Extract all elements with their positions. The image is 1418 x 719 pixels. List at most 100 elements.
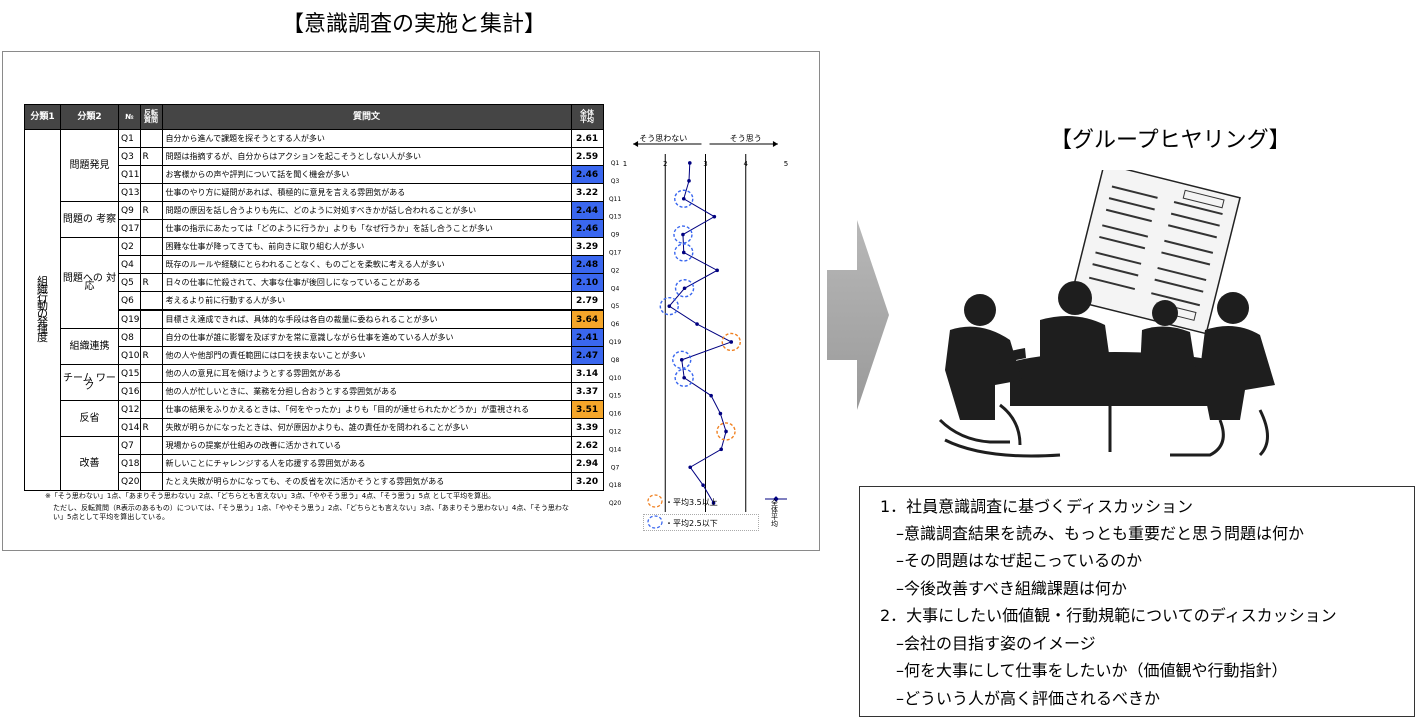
y-category-label: Q10 <box>609 375 622 382</box>
legend-high: ・平均3.5以上 <box>665 498 718 507</box>
section-1-item: –今後改善すべき組織課題は何か <box>896 579 1127 598</box>
reverse-flag <box>139 436 163 455</box>
question-text: 仕事の結果をふりかえるときは、「何をやったか」よりも「目的が達せられたかどうか」… <box>161 400 572 419</box>
question-id: Q5 <box>118 273 141 292</box>
average-value: 2.44 <box>570 201 604 220</box>
table-row: 問題への 対応 Q2 困難な仕事が降ってきても、前向きに取り組む人が多い 3.29 <box>25 237 604 329</box>
average-value: 2.48 <box>570 255 604 274</box>
average-value: 2.62 <box>570 436 604 455</box>
y-category-label: Q16 <box>609 411 622 418</box>
blue-circle-icon <box>647 515 663 529</box>
y-category-label: Q18 <box>609 482 622 489</box>
data-point <box>719 447 723 452</box>
reverse-flag <box>139 382 163 401</box>
discussion-box: 1．社員意識調査に基づくディスカッション –意識調査結果を読み、もっとも重要だと… <box>859 486 1415 717</box>
question-id: Q20 <box>118 472 141 491</box>
x-tick-label: 2 <box>663 160 667 168</box>
y-category-label: Q6 <box>611 321 620 328</box>
average-value: 2.46 <box>570 219 604 238</box>
data-point <box>712 214 717 219</box>
average-chart: そう思わない そう思う 1 2 3 4 5 Q1 Q3 Q11 Q13 Q9 Q17 Q2 Q4 Q5 Q6 Q1… <box>609 134 788 512</box>
reverse-flag <box>139 165 163 184</box>
table-row: 組織連携 Q8 自分の仕事が誰に影響を及ぼすかを常に意識しながら仕事を進めている人が… <box>25 328 604 365</box>
y-category-label: Q12 <box>609 428 622 435</box>
header-average: 全体 平均 <box>570 104 604 130</box>
y-category-label: Q9 <box>611 232 620 239</box>
average-value: 2.79 <box>570 291 604 311</box>
y-category-label: Q17 <box>609 249 622 256</box>
question-text: 日々の仕事に忙殺されて、大事な仕事が後回しになっていることがある <box>161 273 572 292</box>
category2-cell: チーム ワーク <box>60 364 119 401</box>
x-tick-label: 1 <box>623 160 627 168</box>
reverse-flag <box>139 291 163 311</box>
question-id: Q13 <box>118 183 141 202</box>
average-value: 3.14 <box>570 364 604 383</box>
question-text: 新しいことにチャレンジする人を応援する雰囲気がある <box>161 454 572 473</box>
question-id: Q6 <box>118 291 141 311</box>
reverse-flag <box>139 309 163 329</box>
left-title: 【意識調査の実施と集計】 <box>282 12 547 37</box>
y-category-label: Q5 <box>611 303 620 310</box>
y-category-label: Q11 <box>609 196 622 203</box>
y-category-label: Q20 <box>609 500 622 507</box>
direction-right-label: そう思う <box>730 134 762 143</box>
question-text: 既存のルールや経験にとらわれることなく、ものごとを柔軟に考える人が多い <box>161 255 572 274</box>
arrow-left-icon <box>633 141 639 147</box>
average-value: 2.59 <box>570 147 604 166</box>
reverse-flag <box>139 183 163 202</box>
question-id: Q15 <box>118 364 141 383</box>
question-text: 問題は指摘するが、自分からはアクションを起こそうとしない人が多い <box>161 147 572 166</box>
question-text: 考えるより前に行動する人が多い <box>161 291 572 311</box>
section-2-item: –何を大事にして仕事をしたいか（価値観や行動指針） <box>896 661 1288 680</box>
data-point <box>718 411 723 416</box>
section-2-title: 2．大事にしたい価値観・行動規範についてのディスカッション <box>880 606 1337 625</box>
data-point <box>687 179 691 183</box>
average-value: 2.46 <box>570 165 604 184</box>
data-point <box>681 196 686 201</box>
category2-cell: 改善 <box>60 436 119 491</box>
question-id: Q17 <box>118 219 141 238</box>
section-1-title: 1．社員意識調査に基づくディスカッション <box>880 497 1194 516</box>
header-question: 質問文 <box>161 104 572 130</box>
average-value: 2.47 <box>570 346 604 365</box>
header-no: № <box>118 104 141 130</box>
data-point <box>681 232 685 237</box>
question-id: Q7 <box>118 436 141 455</box>
legend-low: ・平均2.5以下 <box>665 519 718 528</box>
question-id: Q1 <box>118 129 141 148</box>
data-point <box>679 358 684 362</box>
question-text: たとえ失敗が明らかになっても、その反省を次に活かそうとする雰囲気がある <box>161 472 572 491</box>
average-value: 3.22 <box>570 183 604 202</box>
y-category-label: Q3 <box>611 178 620 185</box>
data-point <box>695 322 699 326</box>
table-row: 組織行動の発揮度 問題発見 Q1 自分から進んで課題を探そうとする人が多い 2.61 <box>24 129 604 491</box>
question-text: 他の人が忙しいときに、業務を分担し合おうとする雰囲気がある <box>161 382 572 401</box>
reverse-flag: R <box>139 201 163 220</box>
section-1-item: –その問題はなぜ起こっているのか <box>896 551 1143 570</box>
average-value: 2.10 <box>570 273 604 292</box>
reverse-flag <box>139 364 163 383</box>
question-id: Q2 <box>118 237 141 256</box>
category1-label: 組織行動の発揮度 <box>37 275 48 344</box>
legend-series: 全体 平均 <box>771 499 778 528</box>
header-cat1: 分類1 <box>24 104 61 130</box>
question-text: 困難な仕事が降ってきても、前向きに取り組む人が多い <box>161 237 572 256</box>
question-text: 他の人の意見に耳を傾けようとする雰囲気がある <box>161 364 572 383</box>
data-point <box>709 393 713 398</box>
reverse-flag <box>139 454 163 473</box>
header-cat2: 分類2 <box>60 104 119 130</box>
section-2-item: –どういう人が高く評価されるべきか <box>896 689 1161 708</box>
table-row: 反省 Q12 仕事の結果をふりかえるときは、「何をやったか」よりも「目的が達せられた… <box>25 400 604 437</box>
average-value: 3.64 <box>570 309 604 329</box>
category2-cell: 問題への 対応 <box>60 237 119 329</box>
data-point <box>701 483 705 487</box>
data-point <box>682 286 687 291</box>
question-text: 仕事のやり方に疑問があれば、積極的に意見を言える雰囲気がある <box>161 183 572 202</box>
y-category-label: Q15 <box>609 393 622 400</box>
reverse-flag <box>139 400 163 419</box>
y-category-label: Q1 <box>611 160 620 167</box>
data-point <box>729 340 734 344</box>
y-category-label: Q2 <box>611 267 620 274</box>
data-point <box>682 375 686 380</box>
average-value: 2.61 <box>570 129 604 148</box>
